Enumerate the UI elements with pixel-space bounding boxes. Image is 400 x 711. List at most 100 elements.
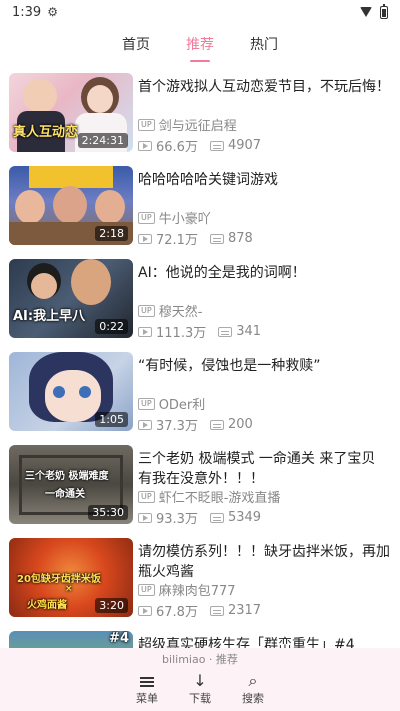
- danmaku-icon: [218, 326, 233, 337]
- play-count-icon: [138, 512, 152, 523]
- video-item[interactable]: 真人互动恋 2:24:31 首个游戏拟人互动恋爱节目，不玩后悔！ UP 剑与远征…: [0, 73, 400, 163]
- download-button[interactable]: ↓ 下载: [170, 672, 230, 706]
- video-stats: 67.8万 2317: [138, 601, 261, 620]
- video-feed[interactable]: 真人互动恋 2:24:31 首个游戏拟人互动恋爱节目，不玩后悔！ UP 剑与远征…: [0, 68, 400, 648]
- video-thumbnail[interactable]: AI:我上早八 0:22: [9, 259, 133, 338]
- wifi-icon: [360, 7, 372, 17]
- danmaku-count: 200: [227, 417, 253, 432]
- uploader[interactable]: UP 牛小豪吖: [138, 208, 211, 227]
- thumb-caption: 20包缺牙齿拌米饭: [17, 574, 101, 585]
- danmaku-count: 4907: [227, 138, 262, 153]
- play-count-icon: [138, 605, 152, 616]
- video-thumbnail[interactable]: 20包缺牙齿拌米饭 × 火鸡面酱 3:20: [9, 538, 133, 617]
- thumb-caption: #4: [109, 631, 129, 646]
- thumb-caption: 真人互动恋: [13, 125, 79, 140]
- tab-recommend[interactable]: 推荐: [186, 24, 214, 64]
- duration-badge: 35:30: [88, 505, 128, 520]
- play-count-icon: [138, 326, 152, 337]
- menu-button[interactable]: 菜单: [117, 672, 177, 706]
- download-icon: ↓: [193, 671, 207, 690]
- uploader[interactable]: UP 穆天然-: [138, 301, 202, 320]
- up-badge-icon: UP: [138, 118, 155, 131]
- uploader-name: ODer利: [158, 398, 206, 413]
- video-stats: 72.1万 878: [138, 229, 253, 248]
- danmaku-icon: [209, 419, 224, 430]
- view-count: 66.6万: [156, 140, 198, 155]
- video-title[interactable]: 首个游戏拟人互动恋爱节目，不玩后悔！: [138, 77, 390, 97]
- video-stats: 37.3万 200: [138, 415, 253, 434]
- uploader-name: 虾仁不眨眼-游戏直播: [158, 491, 281, 506]
- video-title[interactable]: 请勿模仿系列！！！缺牙齿拌米饭，再加瓶火鸡酱: [138, 542, 390, 582]
- status-icons: [360, 3, 388, 19]
- thumb-caption-3: 火鸡面酱: [27, 600, 67, 611]
- thumb-caption-2: ×: [65, 584, 73, 594]
- nav-hint: bilimiao · 推荐: [162, 653, 238, 666]
- video-thumbnail[interactable]: 真人互动恋 2:24:31: [9, 73, 133, 152]
- video-item[interactable]: 2:18 哈哈哈哈哈关键词游戏 UP 牛小豪吖 72.1万 878: [0, 166, 400, 256]
- view-count: 93.3万: [156, 512, 198, 527]
- thumb-caption-2: 一命通关: [45, 489, 85, 500]
- play-count-icon: [138, 419, 152, 430]
- video-item[interactable]: AI:我上早八 0:22 AI：他说的全是我的词啊！ UP 穆天然- 111.3…: [0, 259, 400, 349]
- uploader-name: 剑与远征启程: [158, 119, 237, 134]
- video-title[interactable]: AI：他说的全是我的词啊！: [138, 263, 390, 283]
- search-button[interactable]: ⌕ 搜索: [223, 672, 283, 706]
- video-item[interactable]: 1:05 “有时候，侵蚀也是一种救赎” UP ODer利 37.3万 200: [0, 352, 400, 442]
- search-icon: ⌕: [248, 671, 258, 690]
- video-item[interactable]: 20包缺牙齿拌米饭 × 火鸡面酱 3:20 请勿模仿系列！！！缺牙齿拌米饭，再加…: [0, 538, 400, 628]
- uploader[interactable]: UP 麻辣肉包777: [138, 580, 236, 599]
- up-badge-icon: UP: [138, 397, 155, 410]
- video-item[interactable]: 三个老奶 极端难度 一命通关 35:30 三个老奶 极端模式 一命通关 来了宝贝…: [0, 445, 400, 535]
- uploader-name: 穆天然-: [158, 305, 203, 320]
- duration-badge: 2:18: [95, 226, 128, 241]
- video-stats: 66.6万 4907: [138, 136, 261, 155]
- uploader[interactable]: UP ODer利: [138, 394, 205, 413]
- uploader-name: 牛小豪吖: [158, 212, 211, 227]
- danmaku-icon: [209, 605, 224, 616]
- menu-icon: [117, 672, 177, 690]
- uploader-name: 麻辣肉包777: [158, 584, 236, 599]
- thumb-caption: AI:我上早八: [13, 309, 86, 324]
- up-badge-icon: UP: [138, 304, 155, 317]
- video-title[interactable]: “有时候，侵蚀也是一种救赎”: [138, 356, 390, 376]
- tab-hot[interactable]: 热门: [250, 24, 278, 64]
- danmaku-icon: [209, 512, 224, 523]
- danmaku-count: 341: [236, 324, 262, 339]
- search-label: 搜索: [242, 692, 264, 705]
- view-count: 72.1万: [156, 233, 198, 248]
- status-time: 1:39: [12, 4, 42, 20]
- tab-home[interactable]: 首页: [122, 24, 150, 64]
- danmaku-count: 878: [227, 231, 253, 246]
- danmaku-count: 5349: [227, 510, 262, 525]
- video-thumbnail[interactable]: 2:18: [9, 166, 133, 245]
- view-count: 37.3万: [156, 419, 198, 434]
- video-stats: 93.3万 5349: [138, 508, 261, 527]
- video-thumbnail[interactable]: 1:05: [9, 352, 133, 431]
- thumb-caption: 三个老奶 极端难度: [25, 471, 109, 482]
- video-item[interactable]: #4 超级真实硬核生存「群峦重生」#4: [0, 631, 400, 648]
- video-title[interactable]: 三个老奶 极端模式 一命通关 来了宝贝 有我在没意外！！！: [138, 449, 390, 489]
- video-title[interactable]: 超级真实硬核生存「群峦重生」#4: [138, 635, 390, 648]
- video-thumbnail[interactable]: 三个老奶 极端难度 一命通关 35:30: [9, 445, 133, 524]
- bottom-nav: bilimiao · 推荐 菜单 ↓ 下载 ⌕ 搜索: [0, 648, 400, 711]
- uploader[interactable]: UP 剑与远征启程: [138, 115, 237, 134]
- video-thumbnail[interactable]: #4: [9, 631, 133, 648]
- view-count: 111.3万: [156, 326, 207, 341]
- battery-icon: [380, 3, 388, 19]
- up-badge-icon: UP: [138, 211, 155, 224]
- danmaku-icon: [209, 233, 224, 244]
- menu-label: 菜单: [136, 692, 158, 705]
- download-label: 下载: [189, 692, 211, 705]
- view-count: 67.8万: [156, 605, 198, 620]
- duration-badge: 1:05: [95, 412, 128, 427]
- duration-badge: 0:22: [95, 319, 128, 334]
- gear-icon: ⚙: [47, 5, 58, 19]
- video-title[interactable]: 哈哈哈哈哈关键词游戏: [138, 170, 390, 190]
- uploader[interactable]: UP 虾仁不眨眼-游戏直播: [138, 487, 280, 506]
- danmaku-count: 2317: [227, 603, 262, 618]
- duration-badge: 3:20: [95, 598, 128, 613]
- status-bar: 1:39 ⚙: [0, 0, 400, 24]
- play-count-icon: [138, 233, 152, 244]
- play-count-icon: [138, 140, 152, 151]
- up-badge-icon: UP: [138, 583, 155, 596]
